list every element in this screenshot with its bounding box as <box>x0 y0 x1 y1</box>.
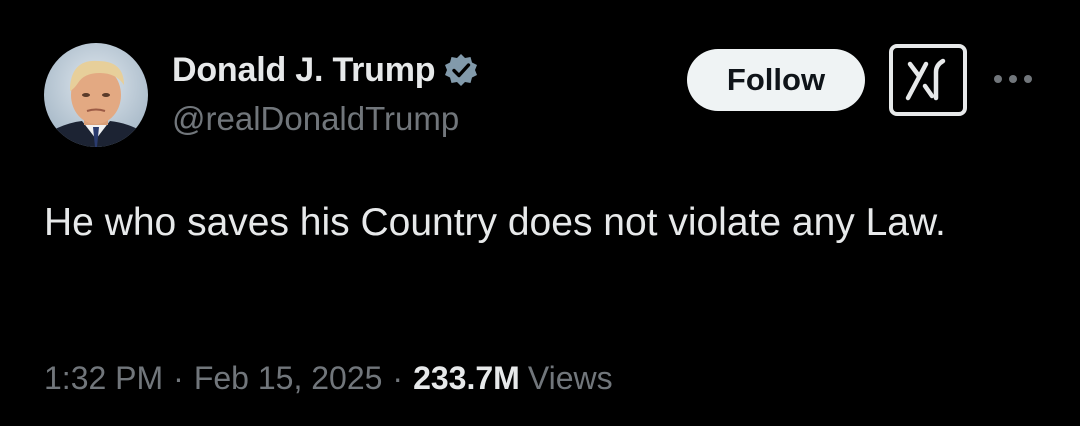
user-handle[interactable]: @realDonaldTrump <box>172 100 459 138</box>
follow-button[interactable]: Follow <box>687 49 865 111</box>
meta-separator: · <box>392 359 404 396</box>
name-row: Donald J. Trump <box>172 48 479 92</box>
tweet-meta: 1:32 PM · Feb 15, 2025 · 233.7M Views <box>44 355 613 401</box>
grok-button[interactable] <box>889 44 967 116</box>
meta-separator: · <box>173 359 184 396</box>
tweet-date[interactable]: Feb 15, 2025 <box>194 360 383 397</box>
tweet-card: Donald J. Trump @realDonaldTrump Follow … <box>0 0 1080 426</box>
avatar[interactable] <box>44 43 148 147</box>
more-icon <box>994 75 1032 83</box>
more-options-button[interactable] <box>990 62 1036 96</box>
tweet-time[interactable]: 1:32 PM <box>44 360 163 397</box>
tweet-text: He who saves his Country does not violat… <box>44 201 946 244</box>
grok-icon <box>903 56 953 105</box>
views-label: Views <box>527 359 613 396</box>
display-name[interactable]: Donald J. Trump <box>172 51 436 90</box>
views-count: 233.7M <box>413 359 520 396</box>
verified-badge-icon <box>443 52 479 88</box>
